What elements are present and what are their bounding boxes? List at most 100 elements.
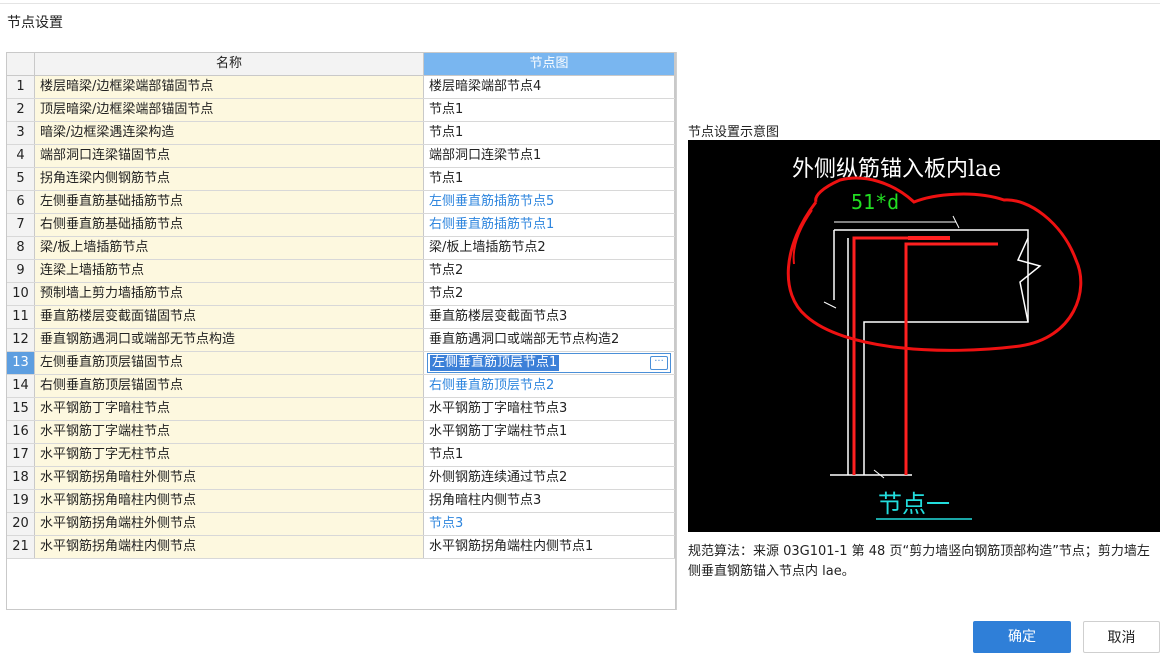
row-name-cell[interactable]: 水平钢筋拐角端柱内侧节点 — [35, 536, 424, 558]
table-row[interactable]: 5 拐角连梁内侧钢筋节点 节点1 — [7, 168, 675, 191]
cancel-button[interactable]: 取消 — [1083, 621, 1160, 653]
table-row[interactable]: 2 顶层暗梁/边框梁端部锚固节点 节点1 — [7, 99, 675, 122]
row-number: 10 — [7, 283, 35, 305]
row-node-cell[interactable]: 节点1 — [424, 444, 675, 466]
row-name-cell[interactable]: 水平钢筋丁字端柱节点 — [35, 421, 424, 443]
row-name-cell[interactable]: 垂直筋楼层变截面锚固节点 — [35, 306, 424, 328]
table-row[interactable]: 16 水平钢筋丁字端柱节点 水平钢筋丁字端柱节点1 — [7, 421, 675, 444]
base-tick — [873, 469, 885, 479]
row-node-cell[interactable]: 拐角暗柱内侧节点3 — [424, 490, 675, 512]
row-number: 7 — [7, 214, 35, 236]
column-header-name[interactable]: 名称 — [35, 53, 424, 76]
row-name-cell[interactable]: 水平钢筋拐角暗柱内侧节点 — [35, 490, 424, 512]
row-node-cell[interactable]: 端部洞口连梁节点1 — [424, 145, 675, 167]
row-number: 1 — [7, 76, 35, 98]
row-node-cell[interactable]: 水平钢筋拐角端柱内侧节点1 — [424, 536, 675, 558]
row-number: 6 — [7, 191, 35, 213]
row-name-cell[interactable]: 端部洞口连梁锚固节点 — [35, 145, 424, 167]
table-row[interactable]: 20 水平钢筋拐角端柱外侧节点 节点3 — [7, 513, 675, 536]
annotation-circle — [786, 176, 1083, 352]
row-number: 8 — [7, 237, 35, 259]
table-row[interactable]: 11 垂直筋楼层变截面锚固节点 垂直筋楼层变截面节点3 — [7, 306, 675, 329]
node-edit-field[interactable]: 左侧垂直筋顶层节点1 ··· — [427, 353, 671, 373]
table-row[interactable]: 17 水平钢筋丁字无柱节点 节点1 — [7, 444, 675, 467]
row-number: 17 — [7, 444, 35, 466]
confirm-button[interactable]: 确定 — [973, 621, 1071, 653]
row-name-cell[interactable]: 左侧垂直筋顶层锚固节点 — [35, 352, 424, 374]
panel-divider — [676, 52, 677, 610]
row-number: 9 — [7, 260, 35, 282]
table-row[interactable]: 3 暗梁/边框梁遇连梁构造 节点1 — [7, 122, 675, 145]
row-number: 2 — [7, 99, 35, 121]
table-row[interactable]: 10 预制墙上剪力墙插筋节点 节点2 — [7, 283, 675, 306]
row-node-cell[interactable]: 右侧垂直筋插筋节点1 — [424, 214, 675, 236]
row-number: 19 — [7, 490, 35, 512]
row-node-cell-editing[interactable]: 左侧垂直筋顶层节点1 ··· — [424, 352, 675, 374]
row-name-cell[interactable]: 水平钢筋丁字无柱节点 — [35, 444, 424, 466]
row-node-cell[interactable]: 垂直筋楼层变截面节点3 — [424, 306, 675, 328]
row-number: 12 — [7, 329, 35, 351]
table-body: 1 楼层暗梁/边框梁端部锚固节点 楼层暗梁端部节点4 2 顶层暗梁/边框梁端部锚固节点节… — [7, 76, 675, 559]
rebar-right — [904, 242, 998, 475]
table-row[interactable]: 12 垂直钢筋遇洞口或端部无节点构造 垂直筋遇洞口或端部无节点构造2 — [7, 329, 675, 352]
row-node-cell[interactable]: 节点2 — [424, 283, 675, 305]
row-name-cell[interactable]: 梁/板上墙插筋节点 — [35, 237, 424, 259]
row-name-cell[interactable]: 顶层暗梁/边框梁端部锚固节点 — [35, 99, 424, 121]
row-name-cell[interactable]: 右侧垂直筋顶层锚固节点 — [35, 375, 424, 397]
break-symbol — [1016, 237, 1042, 323]
rule-description: 规范算法：来源 03G101-1 第 48 页“剪力墙竖向钢筋顶部构造”节点；剪… — [688, 544, 1150, 579]
row-name-cell[interactable]: 暗梁/边框梁遇连梁构造 — [35, 122, 424, 144]
row-number: 11 — [7, 306, 35, 328]
more-options-button[interactable]: ··· — [650, 356, 668, 370]
table-row[interactable]: 7 右侧垂直筋基础插筋节点 右侧垂直筋插筋节点1 — [7, 214, 675, 237]
row-number: 15 — [7, 398, 35, 420]
table-row[interactable]: 19 水平钢筋拐角暗柱内侧节点 拐角暗柱内侧节点3 — [7, 490, 675, 513]
row-node-cell[interactable]: 梁/板上墙插筋节点2 — [424, 237, 675, 259]
row-node-cell[interactable]: 节点1 — [424, 122, 675, 144]
row-name-cell[interactable]: 水平钢筋丁字暗柱节点 — [35, 398, 424, 420]
node-edit-value[interactable]: 左侧垂直筋顶层节点1 — [430, 355, 560, 371]
row-name-cell[interactable]: 右侧垂直筋基础插筋节点 — [35, 214, 424, 236]
table-row[interactable]: 8 梁/板上墙插筋节点 梁/板上墙插筋节点2 — [7, 237, 675, 260]
node-preview-image: 外侧纵筋锚入板内lae 51*d 节点一 — [688, 140, 1160, 532]
row-node-cell[interactable]: 节点1 — [424, 99, 675, 121]
row-number: 5 — [7, 168, 35, 190]
row-name-cell[interactable]: 楼层暗梁/边框梁端部锚固节点 — [35, 76, 424, 98]
node-title: 节点一 — [878, 490, 950, 518]
row-number: 21 — [7, 536, 35, 558]
table-row[interactable]: 1 楼层暗梁/边框梁端部锚固节点 楼层暗梁端部节点4 — [7, 76, 675, 99]
row-node-cell[interactable]: 节点3 — [424, 513, 675, 535]
row-node-cell[interactable]: 节点2 — [424, 260, 675, 282]
row-name-cell[interactable]: 水平钢筋拐角暗柱外侧节点 — [35, 467, 424, 489]
row-name-cell[interactable]: 水平钢筋拐角端柱外侧节点 — [35, 513, 424, 535]
row-number: 3 — [7, 122, 35, 144]
row-node-cell[interactable]: 水平钢筋丁字暗柱节点3 — [424, 398, 675, 420]
table-row[interactable]: 13 左侧垂直筋顶层锚固节点 左侧垂直筋顶层节点1 ··· — [7, 352, 675, 375]
table-row[interactable]: 9 连梁上墙插筋节点 节点2 — [7, 260, 675, 283]
row-node-cell[interactable]: 楼层暗梁端部节点4 — [424, 76, 675, 98]
node-settings-table[interactable]: 名称 节点图 1 楼层暗梁/边框梁端部锚固节点 楼层暗梁端部节点4 2 顶层暗梁/边框梁… — [6, 52, 676, 610]
row-name-cell[interactable]: 左侧垂直筋基础插筋节点 — [35, 191, 424, 213]
table-row[interactable]: 6 左侧垂直筋基础插筋节点 左侧垂直筋插筋节点5 — [7, 191, 675, 214]
row-node-cell[interactable]: 水平钢筋丁字端柱节点1 — [424, 421, 675, 443]
row-node-cell[interactable]: 右侧垂直筋顶层节点2 — [424, 375, 675, 397]
table-row[interactable]: 14 右侧垂直筋顶层锚固节点 右侧垂直筋顶层节点2 — [7, 375, 675, 398]
dimension-label: 51*d — [851, 190, 899, 214]
column-header-node[interactable]: 节点图 — [424, 53, 675, 76]
row-number: 18 — [7, 467, 35, 489]
row-node-cell[interactable]: 外侧钢筋连续通过节点2 — [424, 467, 675, 489]
table-row[interactable]: 4 端部洞口连梁锚固节点 端部洞口连梁节点1 — [7, 145, 675, 168]
row-node-cell[interactable]: 垂直筋遇洞口或端部无节点构造2 — [424, 329, 675, 351]
table-row[interactable]: 15 水平钢筋丁字暗柱节点 水平钢筋丁字暗柱节点3 — [7, 398, 675, 421]
table-row[interactable]: 18 水平钢筋拐角暗柱外侧节点 外侧钢筋连续通过节点2 — [7, 467, 675, 490]
side-tick — [823, 301, 837, 309]
row-name-cell[interactable]: 连梁上墙插筋节点 — [35, 260, 424, 282]
row-name-cell[interactable]: 垂直钢筋遇洞口或端部无节点构造 — [35, 329, 424, 351]
row-number: 13 — [7, 352, 35, 374]
row-node-cell[interactable]: 左侧垂直筋插筋节点5 — [424, 191, 675, 213]
row-name-cell[interactable]: 拐角连梁内侧钢筋节点 — [35, 168, 424, 190]
row-name-cell[interactable]: 预制墙上剪力墙插筋节点 — [35, 283, 424, 305]
row-number: 4 — [7, 145, 35, 167]
row-node-cell[interactable]: 节点1 — [424, 168, 675, 190]
table-row[interactable]: 21 水平钢筋拐角端柱内侧节点 水平钢筋拐角端柱内侧节点1 — [7, 536, 675, 559]
